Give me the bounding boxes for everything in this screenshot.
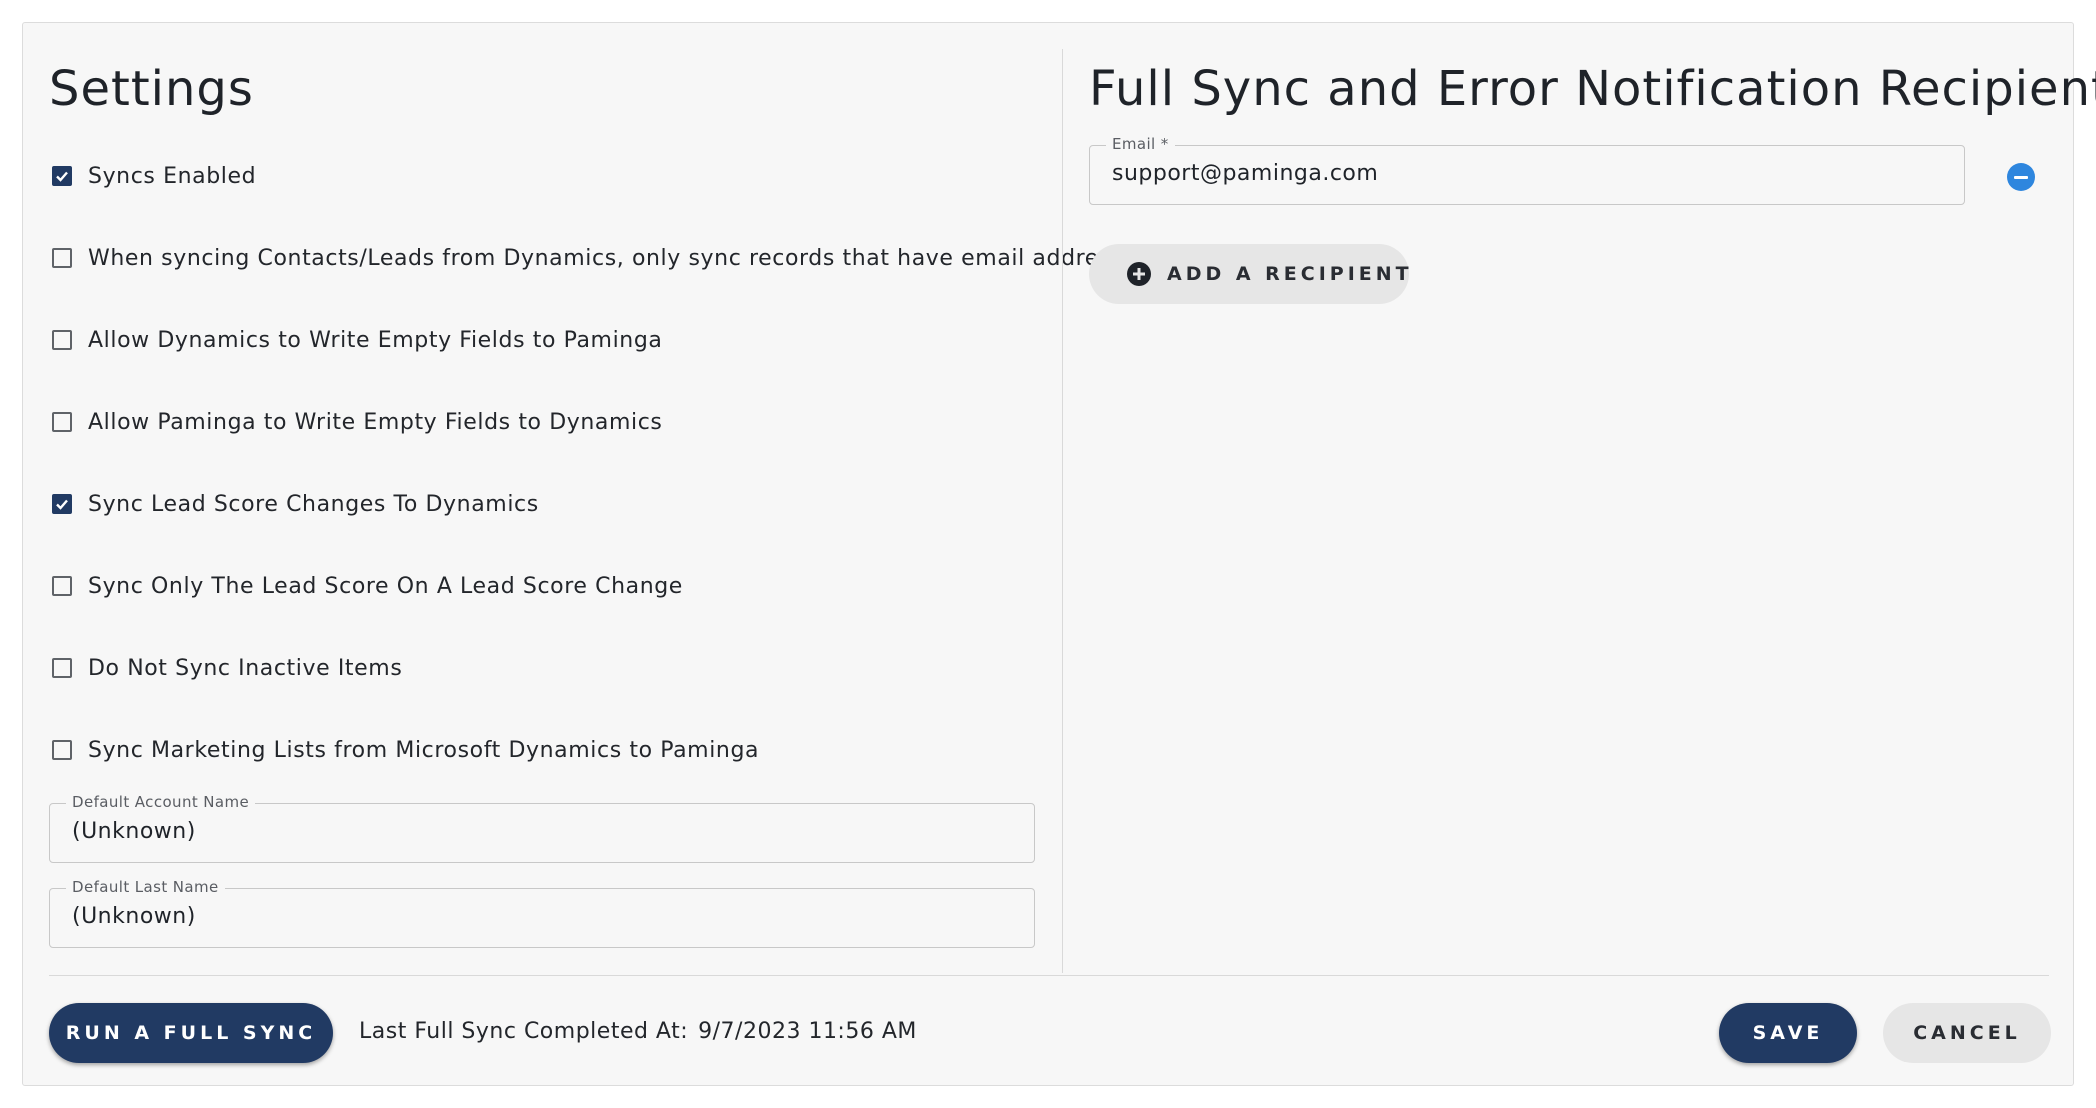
checkbox-row-paminga-write-empty[interactable]: Allow Paminga to Write Empty Fields to D… bbox=[49, 402, 663, 442]
add-recipient-button[interactable]: ADD A RECIPIENT bbox=[1089, 244, 1409, 304]
field-label: Default Account Name bbox=[66, 793, 256, 811]
checkbox[interactable] bbox=[52, 412, 72, 432]
checkbox[interactable] bbox=[52, 248, 72, 268]
last-sync-status: Last Full Sync Completed At: 9/7/2023 11:… bbox=[359, 1019, 917, 1044]
checkbox-label: Sync Lead Score Changes To Dynamics bbox=[88, 491, 539, 517]
settings-card: Settings Syncs Enabled When syncing Cont… bbox=[22, 22, 2096, 1086]
checkbox-label: Syncs Enabled bbox=[88, 163, 257, 189]
checkbox-label: Sync Marketing Lists from Microsoft Dyna… bbox=[88, 737, 760, 763]
email-field[interactable]: Email * support@paminga.com bbox=[1089, 135, 1965, 205]
checkbox-row-lead-score-changes[interactable]: Sync Lead Score Changes To Dynamics bbox=[49, 484, 539, 524]
checkbox[interactable] bbox=[52, 166, 72, 186]
add-recipient-label: ADD A RECIPIENT bbox=[1167, 263, 1413, 285]
checkbox[interactable] bbox=[52, 494, 72, 514]
checkbox[interactable] bbox=[52, 658, 72, 678]
cancel-button[interactable]: CANCEL bbox=[1883, 1003, 2051, 1063]
checkbox[interactable] bbox=[52, 740, 72, 760]
recipients-title: Full Sync and Error Notification Recipie… bbox=[1089, 61, 2096, 117]
minus-icon bbox=[2014, 175, 2028, 179]
last-sync-value: 9/7/2023 11:56 AM bbox=[698, 1019, 917, 1044]
checkbox-row-marketing-lists[interactable]: Sync Marketing Lists from Microsoft Dyna… bbox=[49, 730, 759, 770]
default-last-name-field[interactable]: Default Last Name (Unknown) bbox=[49, 878, 1035, 948]
default-account-name-field[interactable]: Default Account Name (Unknown) bbox=[49, 793, 1035, 863]
checkbox-row-syncs-enabled[interactable]: Syncs Enabled bbox=[49, 156, 256, 196]
checkmark-icon bbox=[56, 171, 68, 182]
checkbox-label: Sync Only The Lead Score On A Lead Score… bbox=[88, 573, 683, 599]
settings-title: Settings bbox=[49, 61, 254, 117]
checkbox-row-email-only[interactable]: When syncing Contacts/Leads from Dynamic… bbox=[49, 238, 1149, 278]
checkbox-label: Allow Dynamics to Write Empty Fields to … bbox=[88, 327, 663, 353]
plus-circle-icon bbox=[1127, 262, 1151, 286]
field-label: Default Last Name bbox=[66, 878, 225, 896]
checkbox-row-lead-score-only[interactable]: Sync Only The Lead Score On A Lead Score… bbox=[49, 566, 683, 606]
settings-panel: Settings Syncs Enabled When syncing Cont… bbox=[49, 23, 1149, 973]
run-full-sync-button[interactable]: RUN A FULL SYNC bbox=[49, 1003, 333, 1063]
checkbox-row-inactive-items[interactable]: Do Not Sync Inactive Items bbox=[49, 648, 402, 688]
field-value: (Unknown) bbox=[72, 819, 196, 844]
remove-recipient-button[interactable] bbox=[2007, 163, 2035, 191]
checkbox-label: When syncing Contacts/Leads from Dynamic… bbox=[88, 245, 1150, 271]
checkbox-label: Do Not Sync Inactive Items bbox=[88, 655, 403, 681]
field-value: support@paminga.com bbox=[1112, 161, 1379, 186]
recipients-panel: Full Sync and Error Notification Recipie… bbox=[1089, 23, 2096, 973]
checkbox[interactable] bbox=[52, 330, 72, 350]
footer-divider bbox=[49, 975, 2049, 976]
checkbox[interactable] bbox=[52, 576, 72, 596]
panel-divider bbox=[1062, 49, 1063, 973]
field-value: (Unknown) bbox=[72, 904, 196, 929]
checkbox-row-dynamics-write-empty[interactable]: Allow Dynamics to Write Empty Fields to … bbox=[49, 320, 663, 360]
last-sync-label: Last Full Sync Completed At: bbox=[359, 1019, 689, 1044]
save-button[interactable]: SAVE bbox=[1719, 1003, 1857, 1063]
checkbox-label: Allow Paminga to Write Empty Fields to D… bbox=[88, 409, 663, 435]
checkmark-icon bbox=[56, 499, 68, 510]
field-label: Email * bbox=[1106, 135, 1175, 153]
